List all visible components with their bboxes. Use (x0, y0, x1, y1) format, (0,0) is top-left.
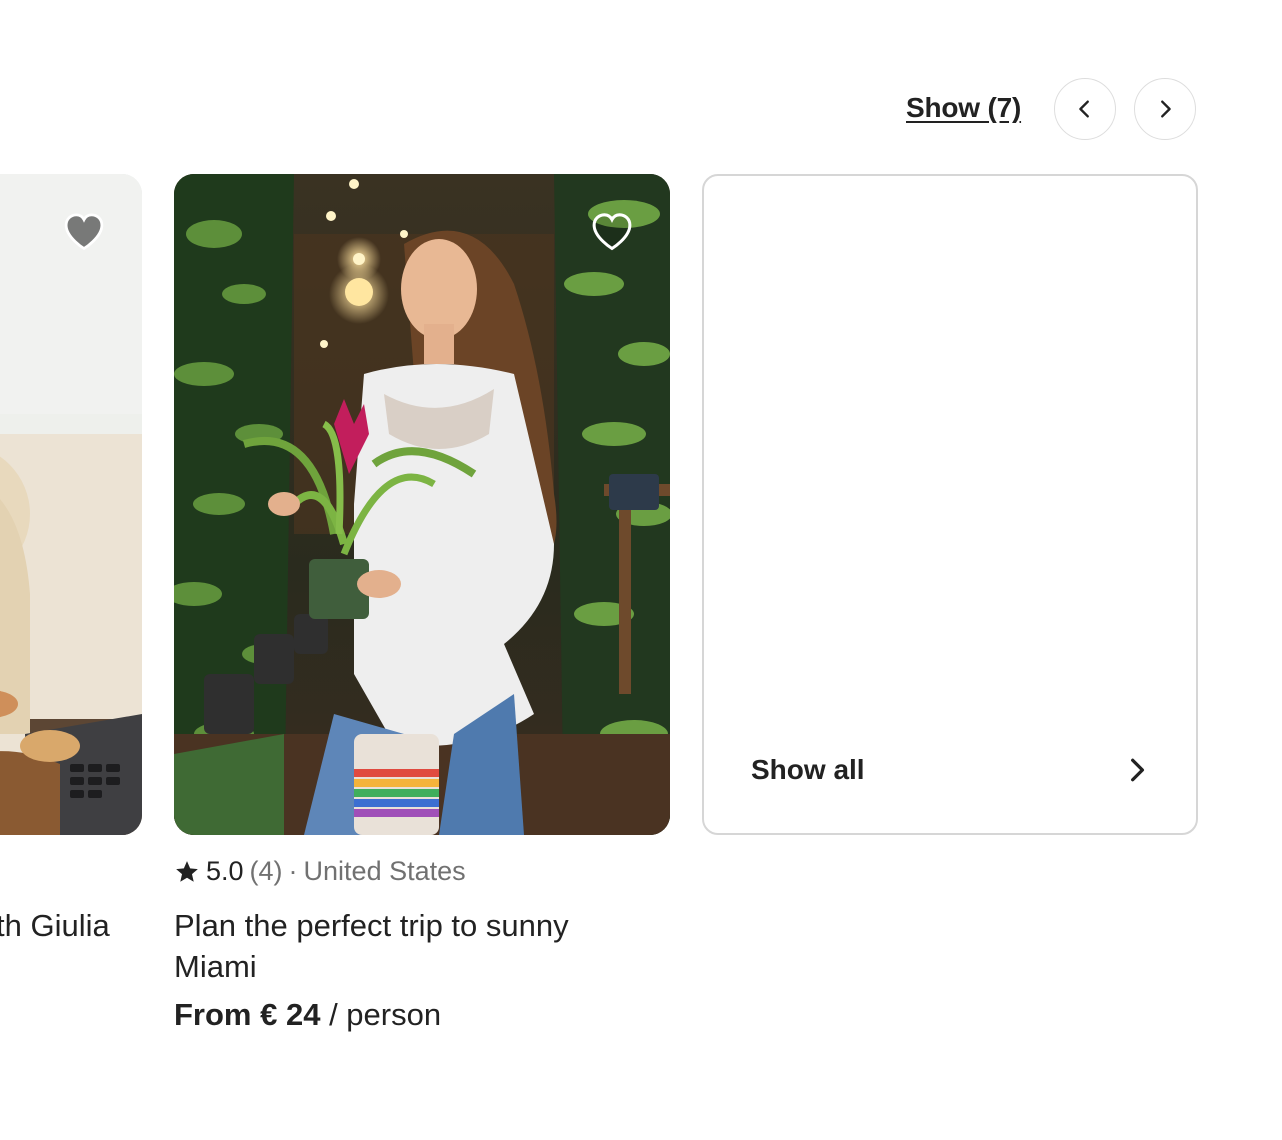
heart-icon[interactable] (60, 210, 108, 254)
carousel-next-button[interactable] (1134, 78, 1196, 140)
experience-card-image[interactable] (0, 174, 142, 835)
heart-icon[interactable] (588, 210, 636, 254)
show-count-link[interactable]: Show (7) (906, 92, 1021, 124)
experience-photo (174, 174, 670, 835)
experience-location: United States (303, 856, 466, 886)
experience-title[interactable]: th Giulia (0, 905, 110, 946)
chevron-right-icon (1131, 758, 1145, 782)
carousel-prev-button[interactable] (1054, 78, 1116, 140)
chevron-left-icon (1079, 100, 1089, 118)
experience-title[interactable]: Plan the perfect trip to sunny Miami (174, 905, 644, 987)
show-all-label: Show all (751, 754, 865, 785)
review-count: (4) (249, 856, 283, 886)
price-amount: From € 24 (174, 997, 321, 1032)
experiences-carousel: Show (7) th Giulia 5.0 (4) · United Stat… (0, 0, 1282, 1140)
chevron-right-icon (1161, 100, 1171, 118)
price-unit: / person (329, 997, 442, 1032)
show-all-card[interactable]: Show all (702, 174, 1198, 835)
rating-value: 5.0 (206, 856, 244, 886)
separator-dot: · (288, 856, 298, 886)
experience-photo (0, 174, 142, 835)
experience-rating-row: 5.0 (4) · United States (174, 856, 466, 887)
star-icon (176, 860, 198, 882)
experience-card-image[interactable] (174, 174, 670, 835)
experience-price: From € 24 / person (174, 997, 441, 1033)
